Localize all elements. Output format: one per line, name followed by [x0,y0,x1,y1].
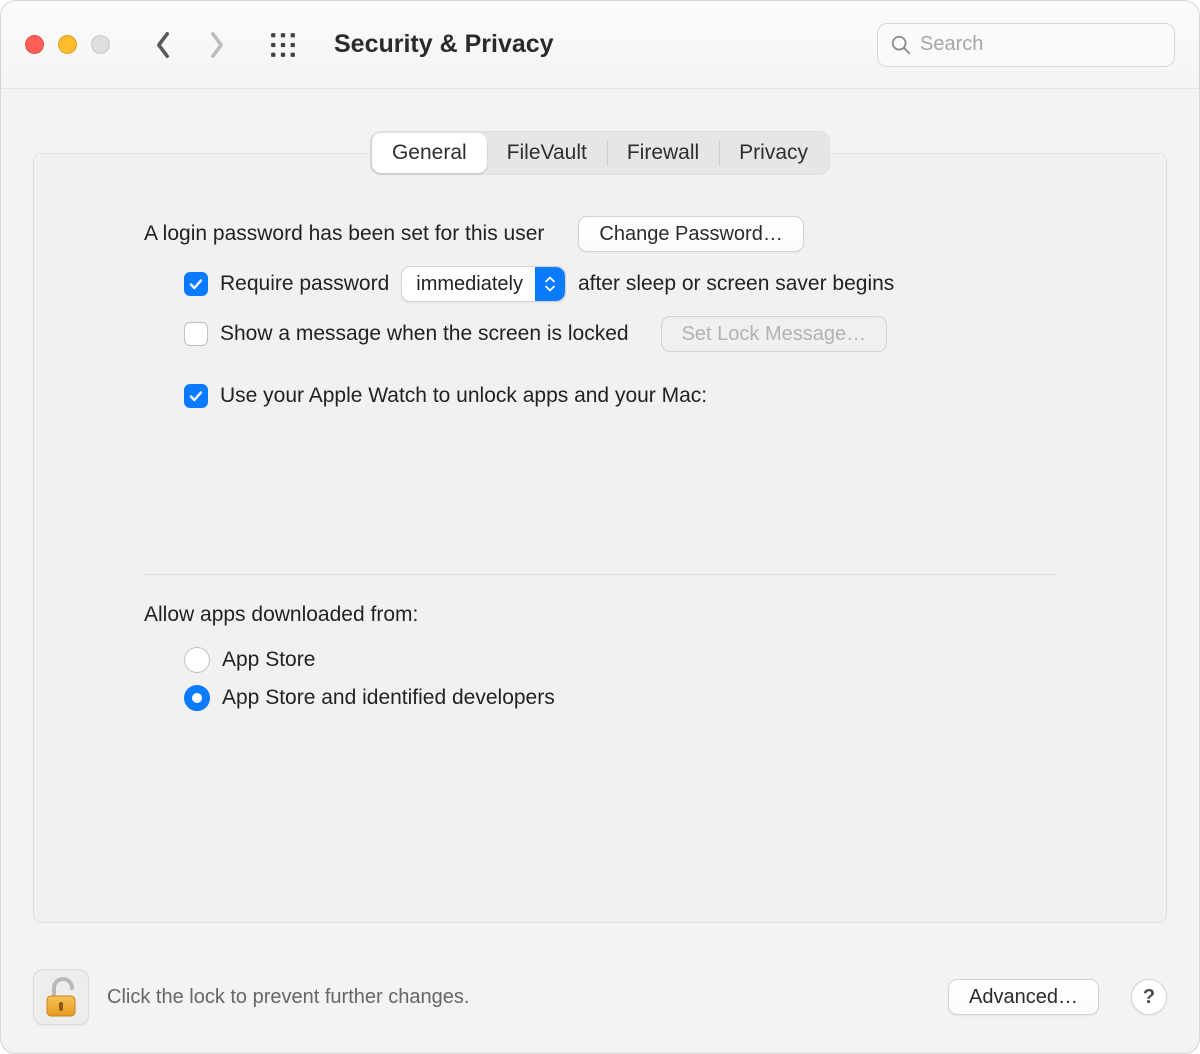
search-icon [890,34,912,56]
tab-label: FileVault [507,141,587,165]
tab-label: Firewall [627,141,699,165]
change-password-button[interactable]: Change Password… [578,216,803,252]
lock-toggle-button[interactable] [33,969,89,1025]
nav-arrows [154,31,226,59]
radio-label: App Store and identified developers [222,686,555,710]
gatekeeper-option-identified-developers[interactable]: App Store and identified developers [184,679,1056,717]
require-password-row: Require password immediately after sleep… [184,262,1056,306]
section-divider [144,574,1056,575]
chevron-up-icon [545,276,555,283]
popup-value: immediately [402,267,535,301]
checkmark-icon [188,388,204,404]
tab-privacy[interactable]: Privacy [719,133,828,173]
titlebar: Security & Privacy [1,1,1199,89]
require-password-label-post: after sleep or screen saver begins [578,272,894,296]
tab-firewall[interactable]: Firewall [607,133,719,173]
tab-general[interactable]: General [372,133,487,173]
lock-help-text: Click the lock to prevent further change… [107,986,469,1009]
set-lock-message-button: Set Lock Message… [661,316,888,352]
require-password-checkbox[interactable] [184,272,208,296]
show-lock-message-checkbox[interactable] [184,322,208,346]
show-lock-message-row: Show a message when the screen is locked… [184,312,1056,356]
preferences-window: Security & Privacy General FileVault Fir… [0,0,1200,1054]
gatekeeper-option-app-store[interactable]: App Store [184,641,1056,679]
popup-stepper-icon [535,267,565,301]
close-window-button[interactable] [25,35,44,54]
window-title: Security & Privacy [334,30,554,59]
help-button[interactable]: ? [1131,979,1167,1015]
advanced-button[interactable]: Advanced… [948,979,1099,1015]
apple-watch-unlock-checkbox[interactable] [184,384,208,408]
forward-button [208,31,226,59]
bottom-bar: Click the lock to prevent further change… [33,969,1167,1025]
radio-button[interactable] [184,685,210,711]
apple-watch-row: Use your Apple Watch to unlock apps and … [184,374,1056,418]
search-input[interactable] [920,33,1162,56]
chevron-left-icon [154,31,172,59]
require-password-label-pre: Require password [220,272,389,296]
traffic-lights [25,35,110,54]
show-all-prefs-button[interactable] [270,32,296,58]
zoom-window-button [91,35,110,54]
radio-label: App Store [222,648,315,672]
tab-bar: General FileVault Firewall Privacy [370,131,830,175]
chevron-down-icon [545,285,555,292]
gatekeeper-heading: Allow apps downloaded from: [144,603,1056,627]
unlocked-lock-icon [44,976,78,1018]
tab-label: Privacy [739,141,808,165]
show-lock-message-label: Show a message when the screen is locked [220,322,629,346]
login-password-text: A login password has been set for this u… [144,222,544,246]
chevron-right-icon [208,31,226,59]
minimize-window-button[interactable] [58,35,77,54]
tab-label: General [392,141,467,165]
require-password-delay-popup[interactable]: immediately [401,266,566,302]
general-panel: A login password has been set for this u… [33,153,1167,923]
radio-button[interactable] [184,647,210,673]
checkmark-icon [188,276,204,292]
grid-icon [270,32,296,58]
back-button[interactable] [154,31,172,59]
apple-watch-label: Use your Apple Watch to unlock apps and … [220,384,707,408]
login-password-row: A login password has been set for this u… [144,212,1056,256]
search-field[interactable] [877,23,1175,67]
tab-filevault[interactable]: FileVault [487,133,607,173]
content-area: General FileVault Firewall Privacy A log… [1,89,1199,1053]
